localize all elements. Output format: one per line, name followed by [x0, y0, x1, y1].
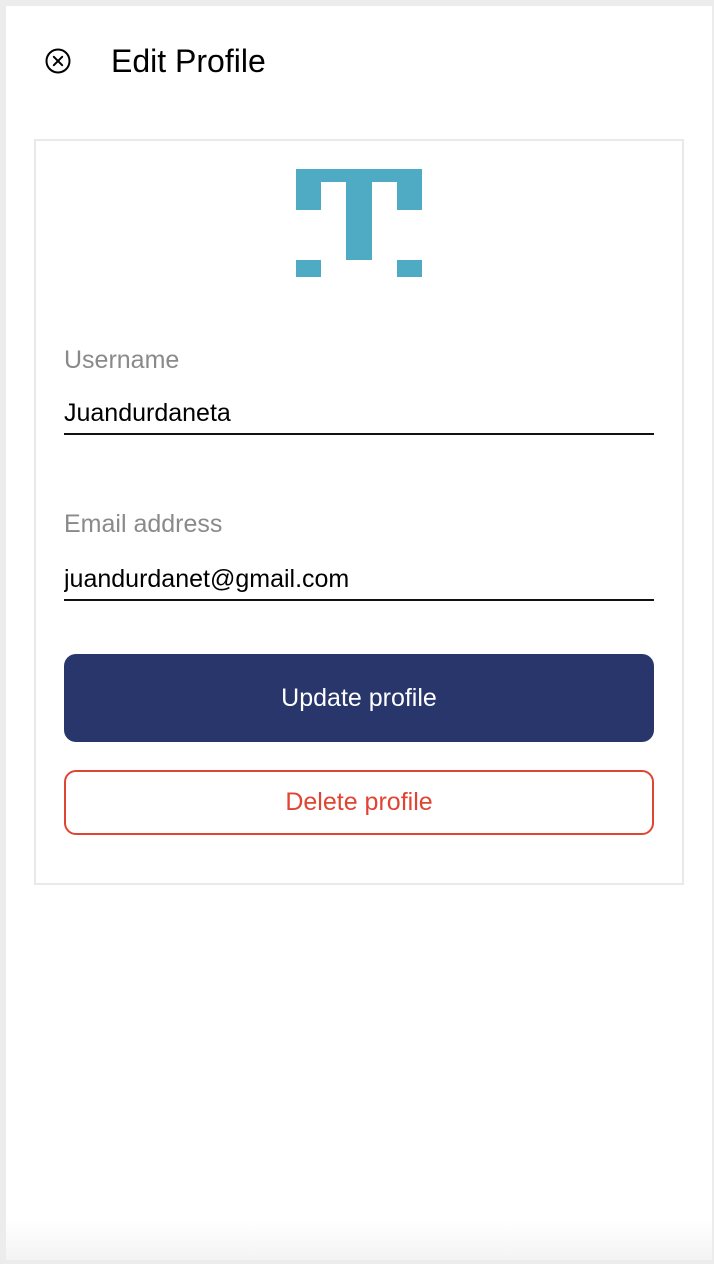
- update-profile-button[interactable]: Update profile: [64, 654, 654, 742]
- app-logo-t-icon: [296, 169, 422, 277]
- page-title: Edit Profile: [111, 43, 266, 79]
- profile-card: Username Email address Update profile De…: [34, 139, 684, 885]
- bottom-edge: [6, 1220, 712, 1260]
- close-button[interactable]: [44, 47, 72, 75]
- delete-profile-button[interactable]: Delete profile: [64, 770, 654, 835]
- email-input[interactable]: [64, 563, 654, 601]
- username-label: Username: [64, 346, 180, 374]
- header: Edit Profile: [6, 6, 712, 116]
- close-circle-icon: [45, 48, 71, 74]
- username-input[interactable]: [64, 397, 654, 435]
- edit-profile-screen: Edit Profile Username Email address Upda…: [6, 6, 712, 1260]
- email-label: Email address: [64, 510, 223, 538]
